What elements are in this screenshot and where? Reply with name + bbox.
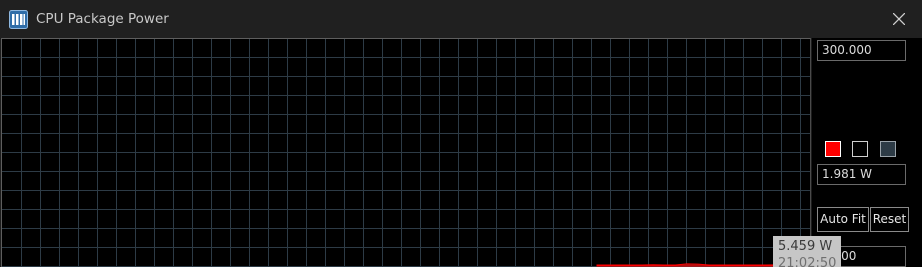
close-button[interactable]	[886, 6, 912, 32]
auto-fit-button[interactable]: Auto Fit	[817, 207, 869, 232]
title-bar: CPU Package Power	[0, 0, 922, 38]
scale-max-field[interactable]: 300.000	[817, 40, 906, 61]
background-color-swatch[interactable]	[852, 141, 868, 157]
hwinfo-bars-icon	[9, 10, 28, 29]
current-value-field: 1.981 W	[817, 164, 906, 185]
tooltip-value: 5.459 W	[778, 239, 833, 254]
close-icon	[893, 13, 905, 25]
tooltip-time: 21:02:50	[778, 256, 837, 267]
window-title: CPU Package Power	[36, 11, 169, 27]
graph-canvas	[2, 39, 810, 267]
reset-button[interactable]: Reset	[870, 207, 909, 232]
value-tooltip: 5.459 W 21:02:50	[773, 236, 841, 267]
line-color-swatch[interactable]	[825, 141, 841, 157]
grid-color-swatch[interactable]	[880, 141, 896, 157]
power-graph[interactable]	[1, 38, 811, 267]
